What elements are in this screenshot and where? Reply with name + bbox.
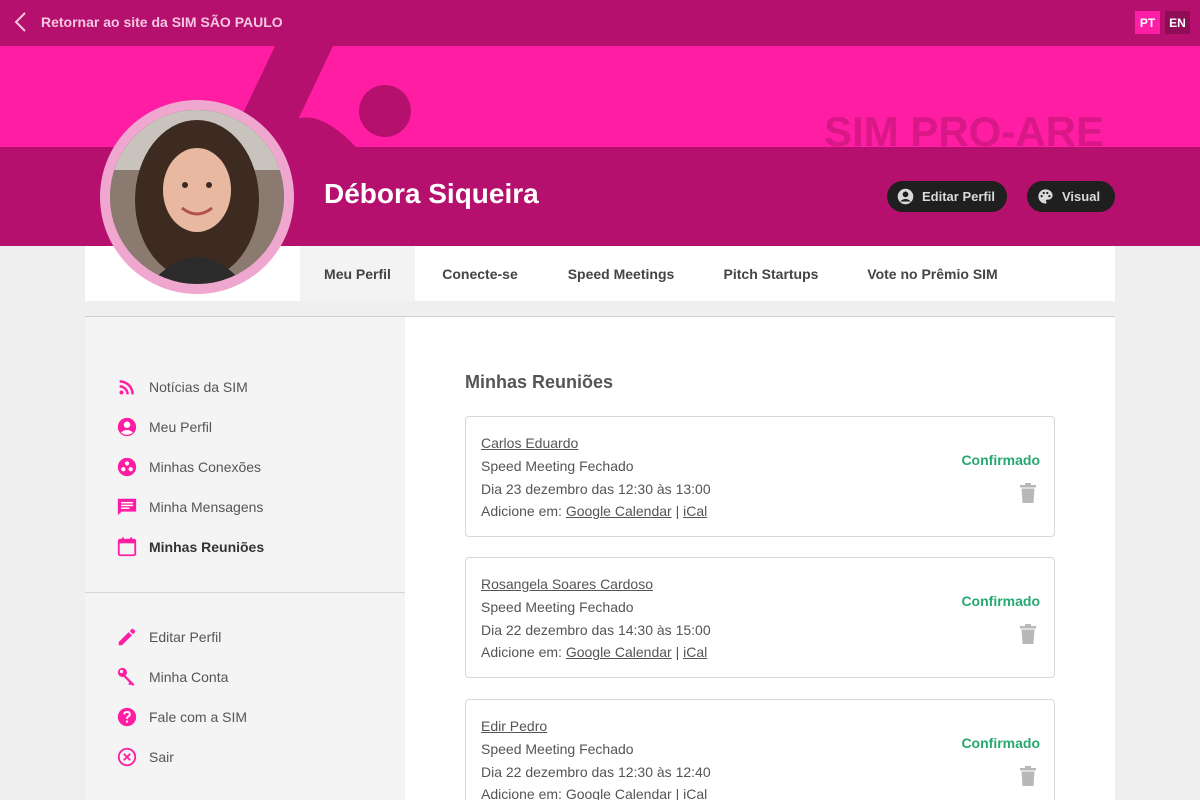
account-circle-icon <box>117 417 137 437</box>
ical-link[interactable]: iCal <box>683 786 707 800</box>
help-icon <box>117 707 137 727</box>
palette-icon <box>1038 189 1053 204</box>
add-to-calendar: Adicione em: Google Calendar | iCal <box>481 503 707 519</box>
meeting-contact-link[interactable]: Rosangela Soares Cardoso <box>481 576 653 592</box>
sidebar-item-label: Fale com a SIM <box>149 709 248 725</box>
key-icon <box>117 667 135 686</box>
add-prefix: Adicione em: <box>481 644 562 660</box>
meeting-type: Speed Meeting Fechado <box>481 599 634 615</box>
language-pt-button[interactable]: PT <box>1135 11 1160 34</box>
tab-vote-premio[interactable]: Vote no Prêmio SIM <box>855 246 1010 301</box>
avatar[interactable] <box>100 100 294 294</box>
tab-pitch-startups[interactable]: Pitch Startups <box>710 246 832 301</box>
trash-icon[interactable] <box>1019 624 1037 644</box>
sidebar-divider <box>85 592 405 593</box>
link-separator: | <box>675 786 680 800</box>
google-calendar-link[interactable]: Google Calendar <box>566 644 672 660</box>
visual-label: Visual <box>1062 189 1101 204</box>
google-calendar-link[interactable]: Google Calendar <box>566 503 672 519</box>
add-to-calendar: Adicione em: Google Calendar | iCal <box>481 644 707 660</box>
top-bar: Retornar ao site da SIM SÃO PAULO PT EN <box>0 0 1200 46</box>
meeting-datetime: Dia 22 dezembro das 12:30 às 12:40 <box>481 764 711 780</box>
sidebar-item-label: Minha Conta <box>149 669 229 685</box>
meeting-datetime: Dia 23 dezembro das 12:30 às 13:00 <box>481 481 711 497</box>
brand-logo-text: SIM PRO-AREA <box>824 108 1104 151</box>
google-calendar-link[interactable]: Google Calendar <box>566 786 672 800</box>
sidebar-item-label: Sair <box>149 749 174 765</box>
status-badge: Confirmado <box>961 735 1040 751</box>
sidebar-item-editar-perfil[interactable]: Editar Perfil <box>116 625 221 649</box>
account-circle-icon <box>897 188 914 205</box>
sidebar-item-label: Notícias da SIM <box>149 379 248 395</box>
sidebar-item-conexoes[interactable]: Minhas Conexões <box>116 455 261 479</box>
sidebar-item-reunioes[interactable]: Minhas Reuniões <box>116 535 264 559</box>
sidebar: Notícias da SIM Meu Perfil Minhas Conexõ… <box>85 317 405 800</box>
status-badge: Confirmado <box>961 593 1040 609</box>
page-title: Minhas Reuniões <box>465 372 614 392</box>
link-separator: | <box>675 503 680 519</box>
sidebar-item-meu-perfil[interactable]: Meu Perfil <box>116 415 212 439</box>
sidebar-item-fale-com-sim[interactable]: Fale com a SIM <box>116 705 247 729</box>
tab-conecte-se[interactable]: Conecte-se <box>425 246 535 301</box>
ical-link[interactable]: iCal <box>683 644 707 660</box>
edit-profile-label: Editar Perfil <box>922 189 995 204</box>
sidebar-item-mensagens[interactable]: Minha Mensagens <box>116 495 263 519</box>
edit-profile-button[interactable]: Editar Perfil <box>887 181 1007 212</box>
sidebar-item-label: Minhas Reuniões <box>149 539 265 555</box>
sidebar-item-noticias[interactable]: Notícias da SIM <box>116 375 248 399</box>
meeting-type: Speed Meeting Fechado <box>481 458 634 474</box>
add-prefix: Adicione em: <box>481 786 562 800</box>
tab-meu-perfil[interactable]: Meu Perfil <box>300 246 415 301</box>
meeting-contact-link[interactable]: Carlos Eduardo <box>481 435 578 451</box>
tab-speed-meetings[interactable]: Speed Meetings <box>555 246 687 301</box>
connections-icon <box>117 457 137 477</box>
back-link[interactable]: Retornar ao site da SIM SÃO PAULO <box>12 11 283 33</box>
rss-icon <box>119 380 134 395</box>
sidebar-item-label: Meu Perfil <box>149 419 213 435</box>
brand-logo: SIM PRO-AREA <box>824 108 1104 151</box>
message-icon <box>117 498 137 516</box>
user-name: Débora Siqueira <box>324 178 539 209</box>
main-content: Minhas Reuniões Carlos Eduardo Speed Mee… <box>405 317 1115 800</box>
meeting-contact-link[interactable]: Edir Pedro <box>481 718 547 734</box>
add-prefix: Adicione em: <box>481 503 562 519</box>
sidebar-item-label: Editar Perfil <box>149 629 222 645</box>
meeting-card: Carlos Eduardo Speed Meeting Fechado Dia… <box>465 416 1055 537</box>
status-badge: Confirmado <box>961 452 1040 468</box>
meeting-type: Speed Meeting Fechado <box>481 741 634 757</box>
meeting-datetime: Dia 22 dezembro das 14:30 às 15:00 <box>481 622 711 638</box>
back-link-label: Retornar ao site da SIM SÃO PAULO <box>41 14 283 30</box>
calendar-icon <box>117 537 137 557</box>
meeting-card: Edir Pedro Speed Meeting Fechado Dia 22 … <box>465 699 1055 800</box>
sidebar-item-minha-conta[interactable]: Minha Conta <box>116 665 228 689</box>
trash-icon[interactable] <box>1019 766 1037 786</box>
sidebar-item-sair[interactable]: Sair <box>116 745 174 769</box>
visual-button[interactable]: Visual <box>1027 181 1115 212</box>
meeting-card: Rosangela Soares Cardoso Speed Meeting F… <box>465 557 1055 678</box>
profile-photo <box>110 110 284 284</box>
close-circle-icon <box>117 747 137 767</box>
link-separator: | <box>675 644 680 660</box>
pencil-icon <box>118 628 136 646</box>
add-to-calendar: Adicione em: Google Calendar | iCal <box>481 786 707 800</box>
sidebar-item-label: Minhas Conexões <box>149 459 262 475</box>
language-en-button[interactable]: EN <box>1165 11 1190 34</box>
sidebar-item-label: Minha Mensagens <box>149 499 264 515</box>
trash-icon[interactable] <box>1019 483 1037 503</box>
ical-link[interactable]: iCal <box>683 503 707 519</box>
chevron-left-icon <box>14 12 26 32</box>
